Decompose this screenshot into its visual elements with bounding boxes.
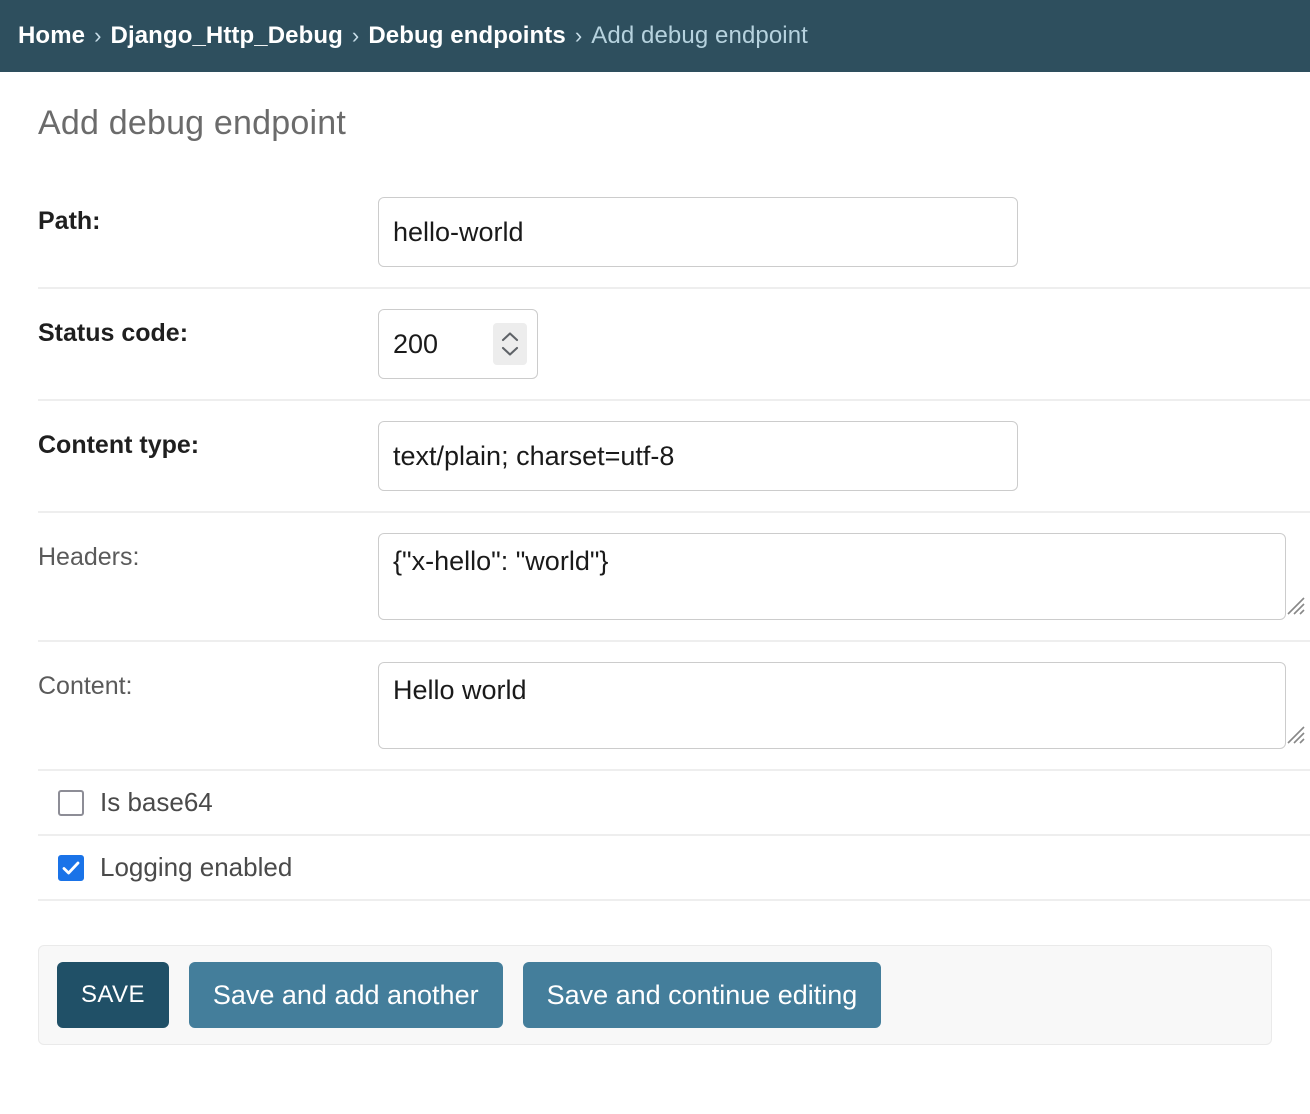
page-title: Add debug endpoint (38, 104, 346, 142)
label-headers: Headers: (38, 543, 140, 571)
checkmark-icon (62, 861, 80, 874)
field-content: Hello world (378, 662, 1310, 749)
status-code-stepper[interactable] (493, 323, 527, 365)
submit-row: SAVE Save and add another Save and conti… (38, 945, 1272, 1045)
is-base64-checkbox-line[interactable]: Is base64 (38, 787, 213, 818)
label-content: Content: (38, 672, 133, 700)
breadcrumb-separator-icon: › (351, 23, 360, 48)
label-status-code: Status code: (38, 319, 189, 347)
status-code-wrapper (378, 309, 538, 379)
add-debug-endpoint-form: Path: Status code: (0, 177, 1310, 1045)
resize-grip-icon (1287, 597, 1305, 615)
logging-enabled-checkbox-line[interactable]: Logging enabled (38, 852, 292, 883)
resize-grip-icon (1287, 726, 1305, 744)
breadcrumb-item-home[interactable]: Home (18, 22, 85, 50)
field-headers: {"x-hello": "world"} (378, 533, 1310, 620)
is-base64-label: Is base64 (100, 787, 213, 817)
breadcrumb-separator-icon: › (94, 23, 102, 48)
headers-textarea[interactable]: {"x-hello": "world"} (378, 533, 1286, 620)
logging-enabled-checkbox[interactable] (58, 854, 84, 881)
is-base64-checkbox[interactable] (58, 789, 84, 816)
form-row-content-type: Content type: (38, 401, 1310, 513)
content-type-input[interactable] (378, 421, 1018, 491)
breadcrumb-item-current: Add debug endpoint (591, 22, 808, 49)
field-path (378, 197, 1310, 267)
chevron-up-icon[interactable] (501, 331, 519, 342)
breadcrumb-separator-icon: › (574, 23, 583, 48)
main-content: Add debug endpoint Path: Status code: (0, 104, 1310, 1045)
form-row-path: Path: (38, 177, 1310, 289)
headers-textarea-wrapper: {"x-hello": "world"} (378, 533, 1310, 620)
save-button[interactable]: SAVE (57, 962, 169, 1028)
field-status-code (378, 309, 1310, 379)
content-textarea-wrapper: Hello world (378, 662, 1310, 749)
fieldset: Path: Status code: (0, 177, 1310, 901)
path-input[interactable] (378, 197, 1018, 267)
content-textarea[interactable]: Hello world (378, 662, 1286, 749)
label-path: Path: (38, 207, 101, 235)
logging-enabled-label: Logging enabled (100, 852, 293, 882)
breadcrumb-item-model[interactable]: Debug endpoints (368, 22, 565, 50)
save-and-continue-editing-button[interactable]: Save and continue editing (522, 962, 882, 1028)
breadcrumb: Home › Django_Http_Debug › Debug endpoin… (0, 0, 1310, 72)
field-content-type (378, 421, 1310, 491)
save-and-add-another-button[interactable]: Save and add another (188, 962, 503, 1028)
label-content-type: Content type: (38, 431, 200, 459)
form-row-is-base64: Is base64 (38, 771, 1310, 836)
form-row-content: Content: Hello world (38, 642, 1310, 771)
form-row-status-code: Status code: (38, 289, 1310, 401)
form-row-logging-enabled: Logging enabled (38, 836, 1310, 901)
breadcrumb-item-app[interactable]: Django_Http_Debug (111, 22, 343, 50)
form-row-headers: Headers: {"x-hello": "world"} (38, 513, 1310, 642)
chevron-down-icon[interactable] (501, 346, 519, 357)
